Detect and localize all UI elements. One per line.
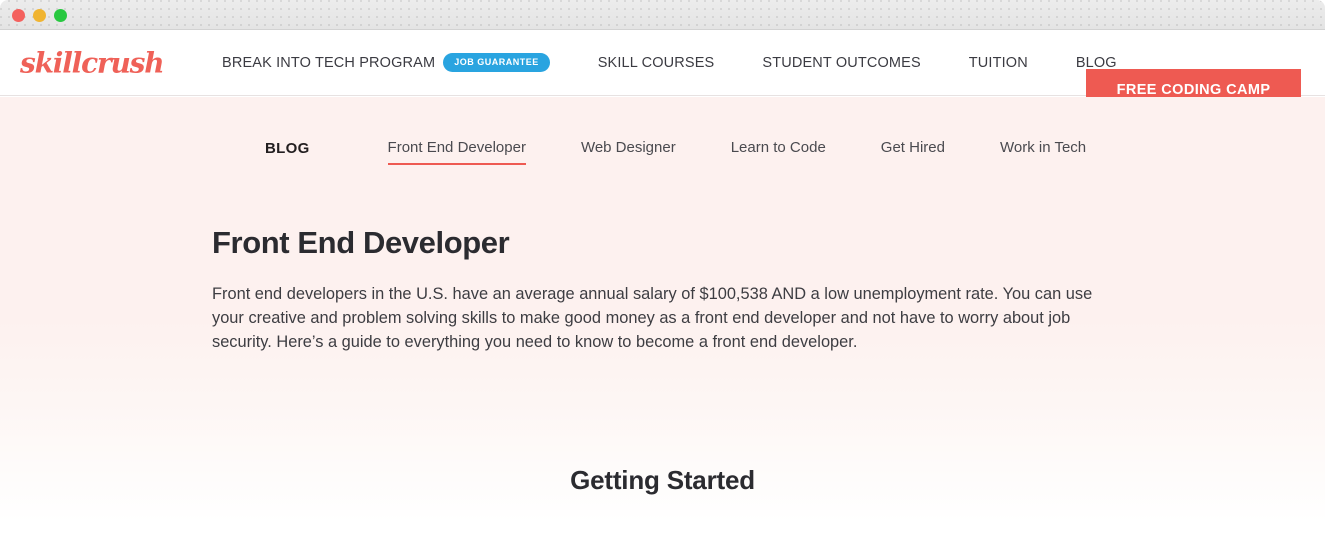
page-title: Front End Developer [212, 225, 510, 260]
job-guarantee-badge: JOB GUARANTEE [443, 52, 550, 72]
site-header: skillcrush BREAK INTO TECH PROGRAM JOB G… [0, 30, 1325, 111]
hero-description: Front end developers in the U.S. have an… [212, 285, 1093, 351]
hero-section: BLOG Front End Developer Web Designer Le… [0, 97, 1325, 559]
subnav-title-blog: BLOG [265, 140, 310, 157]
skillcrush-logo[interactable]: skillcrush [20, 46, 165, 79]
window-controls [12, 9, 67, 22]
nav-tuition[interactable]: TUITION [969, 55, 1028, 71]
subnav-tab-work-in-tech[interactable]: Work in Tech [1000, 139, 1086, 165]
nav-break-into-tech-program[interactable]: BREAK INTO TECH PROGRAM [222, 55, 435, 71]
getting-started-heading: Getting Started [570, 465, 755, 495]
browser-window: skillcrush BREAK INTO TECH PROGRAM JOB G… [0, 0, 1325, 559]
subnav-tab-learn-to-code[interactable]: Learn to Code [731, 139, 826, 165]
subnav-tab-get-hired[interactable]: Get Hired [881, 139, 945, 165]
maximize-window-icon[interactable] [54, 9, 67, 22]
main-navigation: BREAK INTO TECH PROGRAM JOB GUARANTEE SK… [222, 30, 1117, 96]
nav-student-outcomes[interactable]: STUDENT OUTCOMES [762, 55, 920, 71]
subnav-tab-front-end-developer[interactable]: Front End Developer [387, 139, 526, 165]
blog-subnav: BLOG Front End Developer Web Designer Le… [265, 139, 1086, 165]
browser-titlebar [0, 0, 1325, 30]
nav-skill-courses[interactable]: SKILL COURSES [598, 55, 715, 71]
close-window-icon[interactable] [12, 9, 25, 22]
subnav-tab-web-designer[interactable]: Web Designer [581, 139, 676, 165]
minimize-window-icon[interactable] [33, 9, 46, 22]
